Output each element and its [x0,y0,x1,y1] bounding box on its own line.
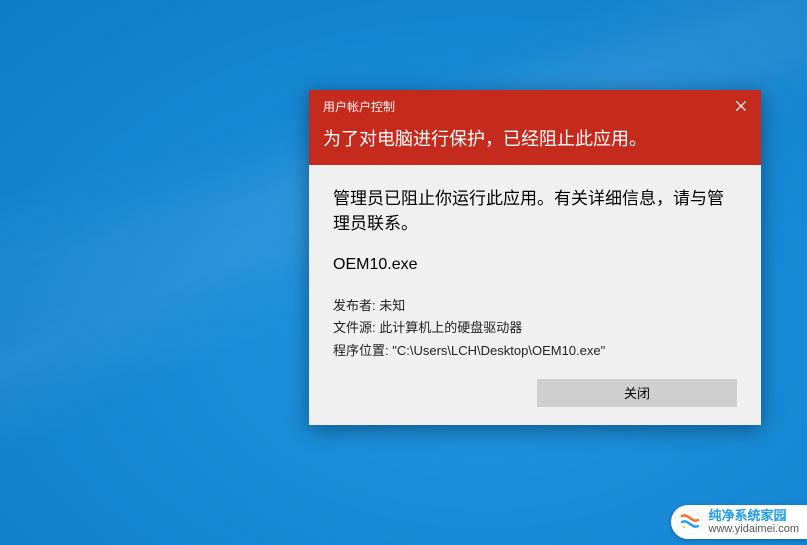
close-icon [736,101,746,111]
detail-location: 程序位置: "C:\Users\LCH\Desktop\OEM10.exe" [333,341,737,361]
dialog-body: 管理员已阻止你运行此应用。有关详细信息，请与管理员联系。 OEM10.exe 发… [309,165,761,425]
watermark-url: www.yidaimei.com [709,523,799,535]
watermark: 纯净系统家园 www.yidaimei.com [671,505,807,539]
dialog-title-large: 为了对电脑进行保护，已经阻止此应用。 [323,125,747,151]
dialog-title-small: 用户帐户控制 [323,98,747,115]
close-icon-button[interactable] [725,94,757,118]
publisher-label: 发布者: [333,298,376,313]
dialog-filename: OEM10.exe [333,256,737,274]
watermark-text: 纯净系统家园 www.yidaimei.com [709,509,799,535]
publisher-value: 未知 [379,298,405,313]
watermark-logo-icon [677,509,703,535]
detail-publisher: 发布者: 未知 [333,296,737,316]
watermark-brand: 纯净系统家园 [709,509,799,523]
source-label: 文件源: [333,320,376,335]
detail-source: 文件源: 此计算机上的硬盘驱动器 [333,318,737,338]
dialog-footer: 关闭 [333,379,737,407]
source-value: 此计算机上的硬盘驱动器 [379,320,522,335]
close-button[interactable]: 关闭 [537,379,737,407]
location-label: 程序位置: [333,343,389,358]
dialog-header: 用户帐户控制 为了对电脑进行保护，已经阻止此应用。 [309,90,761,165]
dialog-body-text: 管理员已阻止你运行此应用。有关详细信息，请与管理员联系。 [333,187,737,236]
uac-dialog: 用户帐户控制 为了对电脑进行保护，已经阻止此应用。 管理员已阻止你运行此应用。有… [309,90,761,425]
location-value: "C:\Users\LCH\Desktop\OEM10.exe" [392,343,605,358]
dialog-details: 发布者: 未知 文件源: 此计算机上的硬盘驱动器 程序位置: "C:\Users… [333,296,737,360]
